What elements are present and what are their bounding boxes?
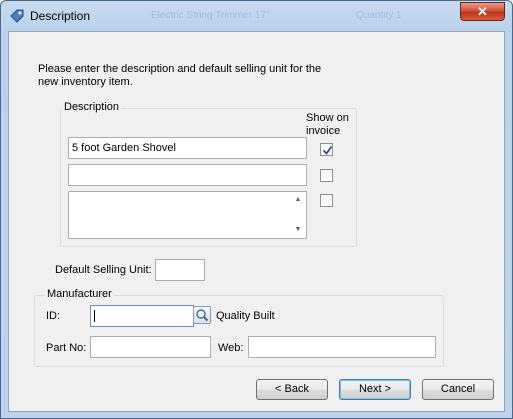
manufacturer-id-input[interactable] [90, 305, 194, 327]
manufacturer-lookup-button[interactable] [193, 306, 211, 324]
part-no-input[interactable] [90, 336, 211, 358]
manufacturer-name: Quality Built [216, 310, 275, 322]
scroll-down-icon[interactable]: ▼ [291, 223, 305, 237]
back-button[interactable]: < Back [256, 379, 328, 400]
background-title-ghost: Electric String Trimmer 17" [151, 10, 270, 21]
web-label: Web: [218, 342, 244, 354]
background-title-ghost: Quantity 1 [356, 10, 402, 21]
show-on-invoice-label: Show on invoice [306, 112, 349, 137]
magnifier-icon [196, 309, 209, 322]
part-no-label: Part No: [46, 342, 87, 354]
scroll-up-icon[interactable]: ▲ [291, 193, 305, 207]
close-button[interactable]: ✕ [460, 2, 505, 21]
description-line1-input[interactable]: 5 foot Garden Shovel [68, 137, 307, 159]
text-caret [94, 310, 95, 322]
checkmark-icon [322, 145, 333, 155]
dialog-content: Please enter the description and default… [8, 31, 505, 412]
cancel-button[interactable]: Cancel [422, 379, 494, 400]
default-selling-unit-label: Default Selling Unit: [55, 264, 152, 276]
show-line3-checkbox[interactable] [320, 194, 333, 207]
title-bar[interactable]: Description Electric String Trimmer 17" … [1, 1, 512, 31]
dialog-window: Description Electric String Trimmer 17" … [0, 0, 513, 419]
next-button[interactable]: Next > [339, 379, 411, 400]
description-line3-input[interactable]: ▲ ▼ [68, 191, 307, 239]
show-line1-checkbox[interactable] [320, 143, 333, 156]
intro-text: Please enter the description and default… [38, 63, 322, 88]
tag-icon [9, 8, 25, 24]
description-group-label: Description [62, 101, 122, 113]
show-line2-checkbox[interactable] [320, 169, 333, 182]
manufacturer-id-label: ID: [46, 310, 61, 322]
default-selling-unit-input[interactable] [155, 259, 205, 281]
close-icon: ✕ [477, 4, 488, 19]
description-line2-input[interactable] [68, 164, 307, 186]
vertical-scrollbar[interactable]: ▲ ▼ [290, 192, 306, 238]
web-input[interactable] [248, 336, 436, 358]
manufacturer-group-label: Manufacturer [45, 288, 114, 300]
window-title: Description [30, 9, 91, 23]
